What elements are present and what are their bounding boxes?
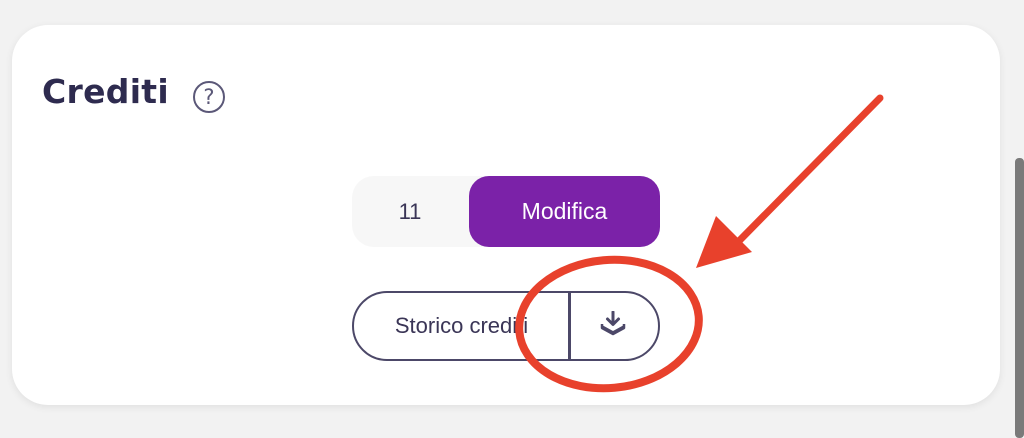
scrollbar[interactable]	[1015, 158, 1024, 438]
help-icon[interactable]: ?	[193, 81, 225, 113]
credits-history-button[interactable]: Storico crediti	[355, 294, 568, 358]
page-title: Crediti	[42, 72, 169, 111]
modify-button[interactable]: Modifica	[469, 176, 660, 247]
download-button[interactable]	[571, 294, 657, 358]
download-tray-icon	[600, 311, 626, 336]
credits-value: 11	[398, 199, 422, 224]
